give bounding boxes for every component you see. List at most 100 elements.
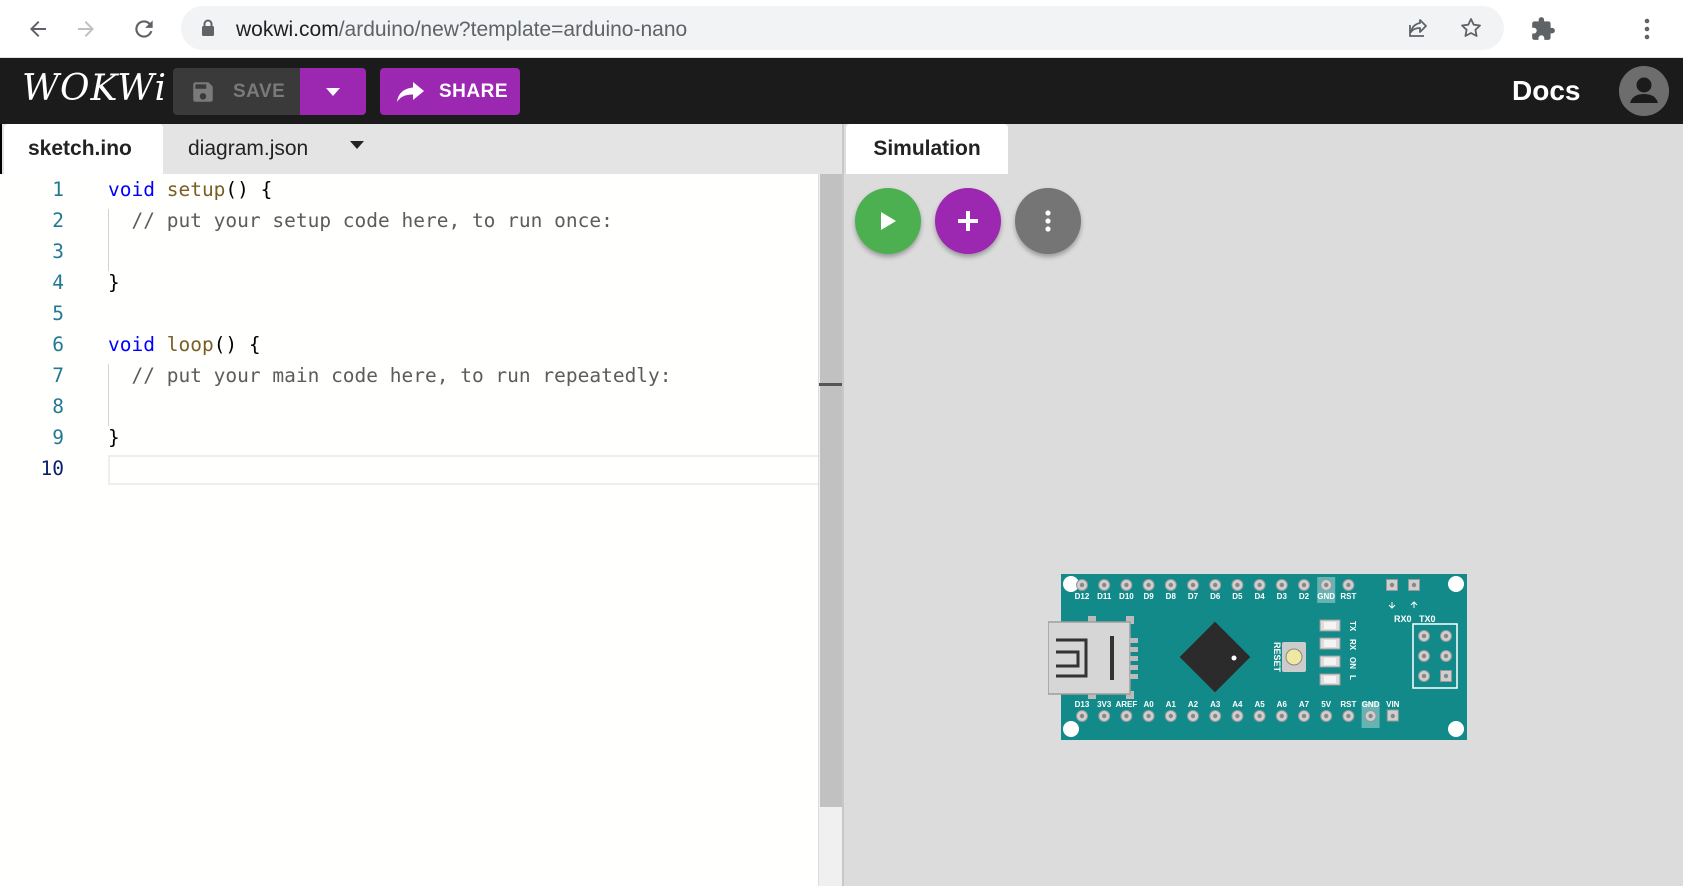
led-lens xyxy=(1324,658,1336,665)
reset-label: RESET xyxy=(1272,642,1282,673)
editor-scrollbar[interactable] xyxy=(818,174,843,886)
share-page-icon[interactable] xyxy=(1406,16,1430,45)
pin-hole xyxy=(1213,713,1218,719)
share-button[interactable]: SHARE xyxy=(380,68,520,115)
pin-label: 3V3 xyxy=(1097,700,1112,709)
more-options-button[interactable] xyxy=(1015,188,1081,254)
code-line: void loop() { xyxy=(108,333,261,356)
kebab-menu-icon xyxy=(1045,210,1051,232)
usb-pad xyxy=(1130,656,1138,661)
tab-simulation[interactable]: Simulation xyxy=(846,124,1008,174)
pin-label: D11 xyxy=(1097,592,1112,601)
code-line: void setup() { xyxy=(108,178,273,201)
forward-button[interactable] xyxy=(70,13,102,45)
pin-hole xyxy=(1390,713,1395,719)
code-line: } xyxy=(108,426,120,449)
docs-link[interactable]: Docs xyxy=(1512,75,1580,107)
chip-dot xyxy=(1231,655,1237,661)
save-button-group: SAVE xyxy=(173,68,366,115)
reload-button[interactable] xyxy=(128,13,160,45)
code-line: // put your setup code here, to run once… xyxy=(131,209,613,232)
browser-menu-button[interactable] xyxy=(1631,13,1663,45)
line-number: 7 xyxy=(52,364,64,387)
led-lens xyxy=(1324,676,1336,683)
pin-hole xyxy=(1443,633,1449,639)
line-number: 6 xyxy=(52,333,64,356)
tab-diagram-json[interactable]: diagram.json xyxy=(163,124,333,174)
line-number: 9 xyxy=(52,426,64,449)
scrollbar-thumb[interactable] xyxy=(820,174,842,807)
add-part-button[interactable] xyxy=(935,188,1001,254)
app-header: WOKWi SAVE SHARE Docs xyxy=(0,58,1683,124)
pin-label: RST xyxy=(1340,592,1356,601)
plus-icon xyxy=(958,211,978,231)
usb-pad xyxy=(1130,638,1138,643)
pin-label: A3 xyxy=(1210,700,1221,709)
pin-hole xyxy=(1421,673,1427,679)
reset-knob xyxy=(1285,648,1303,666)
pin-hole xyxy=(1324,713,1329,719)
share-arrow-icon xyxy=(397,81,425,103)
line-number: 1 xyxy=(52,178,64,201)
reload-icon xyxy=(135,20,153,38)
pin-label: A5 xyxy=(1254,700,1265,709)
pin-label: RST xyxy=(1340,700,1356,709)
pin-hole xyxy=(1368,713,1373,719)
lock-icon xyxy=(201,19,215,42)
pin-label: D8 xyxy=(1166,592,1177,601)
pin-label: D5 xyxy=(1232,592,1243,601)
pin-label: D10 xyxy=(1119,592,1134,601)
usb-connector xyxy=(1047,616,1134,699)
pin-label: D12 xyxy=(1075,592,1090,601)
line-number: 2 xyxy=(52,209,64,232)
address-bar[interactable]: wokwi.com/arduino/new?template=arduino-n… xyxy=(181,6,1504,50)
pin-label: D7 xyxy=(1188,592,1199,601)
pin-hole xyxy=(1124,582,1129,588)
line-number: 8 xyxy=(52,395,64,418)
bookmark-star-icon[interactable] xyxy=(1459,16,1483,45)
puzzle-icon xyxy=(1532,17,1555,40)
save-options-dropdown[interactable] xyxy=(300,68,366,115)
tab-sketch-ino[interactable]: sketch.ino xyxy=(4,124,163,174)
floppy-disk-icon xyxy=(190,79,216,105)
pin-hole xyxy=(1421,633,1427,639)
pin-label: D9 xyxy=(1143,592,1154,601)
usb-pad xyxy=(1130,665,1138,670)
led-label: L xyxy=(1348,675,1357,680)
code-editor[interactable]: 1 2 3 4 5 6 7 8 9 10 void setup() { // p… xyxy=(0,174,842,886)
pin-hole xyxy=(1190,713,1196,719)
pin-hole xyxy=(1279,713,1284,719)
pin-hole xyxy=(1168,713,1173,719)
pin-hole xyxy=(1146,713,1151,719)
code-line: } xyxy=(108,271,120,294)
play-icon xyxy=(881,212,896,230)
pin-hole xyxy=(1146,582,1151,588)
wokwi-logo[interactable]: WOKWi xyxy=(22,68,167,109)
pin-label: D2 xyxy=(1299,592,1310,601)
arrow-left-icon xyxy=(30,21,46,37)
user-avatar[interactable] xyxy=(1619,66,1669,116)
arduino-nano-board[interactable]: D12 D11 D10 D9 D8 D7 D6 D5 D4 D3 D2 GND RST D13 3V3 AR… xyxy=(1047,572,1468,747)
extensions-button[interactable] xyxy=(1527,13,1559,45)
back-button[interactable] xyxy=(22,13,54,45)
pin-hole xyxy=(1235,582,1240,588)
pin-label: VIN xyxy=(1386,700,1400,709)
pin-label: A4 xyxy=(1232,700,1243,709)
pin-hole xyxy=(1102,713,1107,719)
arrow-right-icon xyxy=(78,21,94,37)
tx-label: TX0 xyxy=(1419,614,1436,624)
editor-tab-bar: sketch.ino diagram.json xyxy=(0,124,843,174)
start-simulation-button[interactable] xyxy=(855,188,921,254)
pin-hole xyxy=(1411,582,1417,588)
pin-hole xyxy=(1443,653,1449,659)
pin-hole xyxy=(1301,713,1307,719)
code-line: // put your main code here, to run repea… xyxy=(131,364,672,387)
save-button[interactable]: SAVE xyxy=(173,68,300,115)
led-label: ON xyxy=(1348,657,1357,669)
tabs-menu-caret-icon[interactable] xyxy=(350,141,364,149)
line-number: 10 xyxy=(40,457,64,480)
pin-label: A1 xyxy=(1166,700,1177,709)
browser-chrome: wokwi.com/arduino/new?template=arduino-n… xyxy=(0,0,1683,58)
pin-hole xyxy=(1324,582,1329,588)
pin-hole xyxy=(1389,582,1395,588)
